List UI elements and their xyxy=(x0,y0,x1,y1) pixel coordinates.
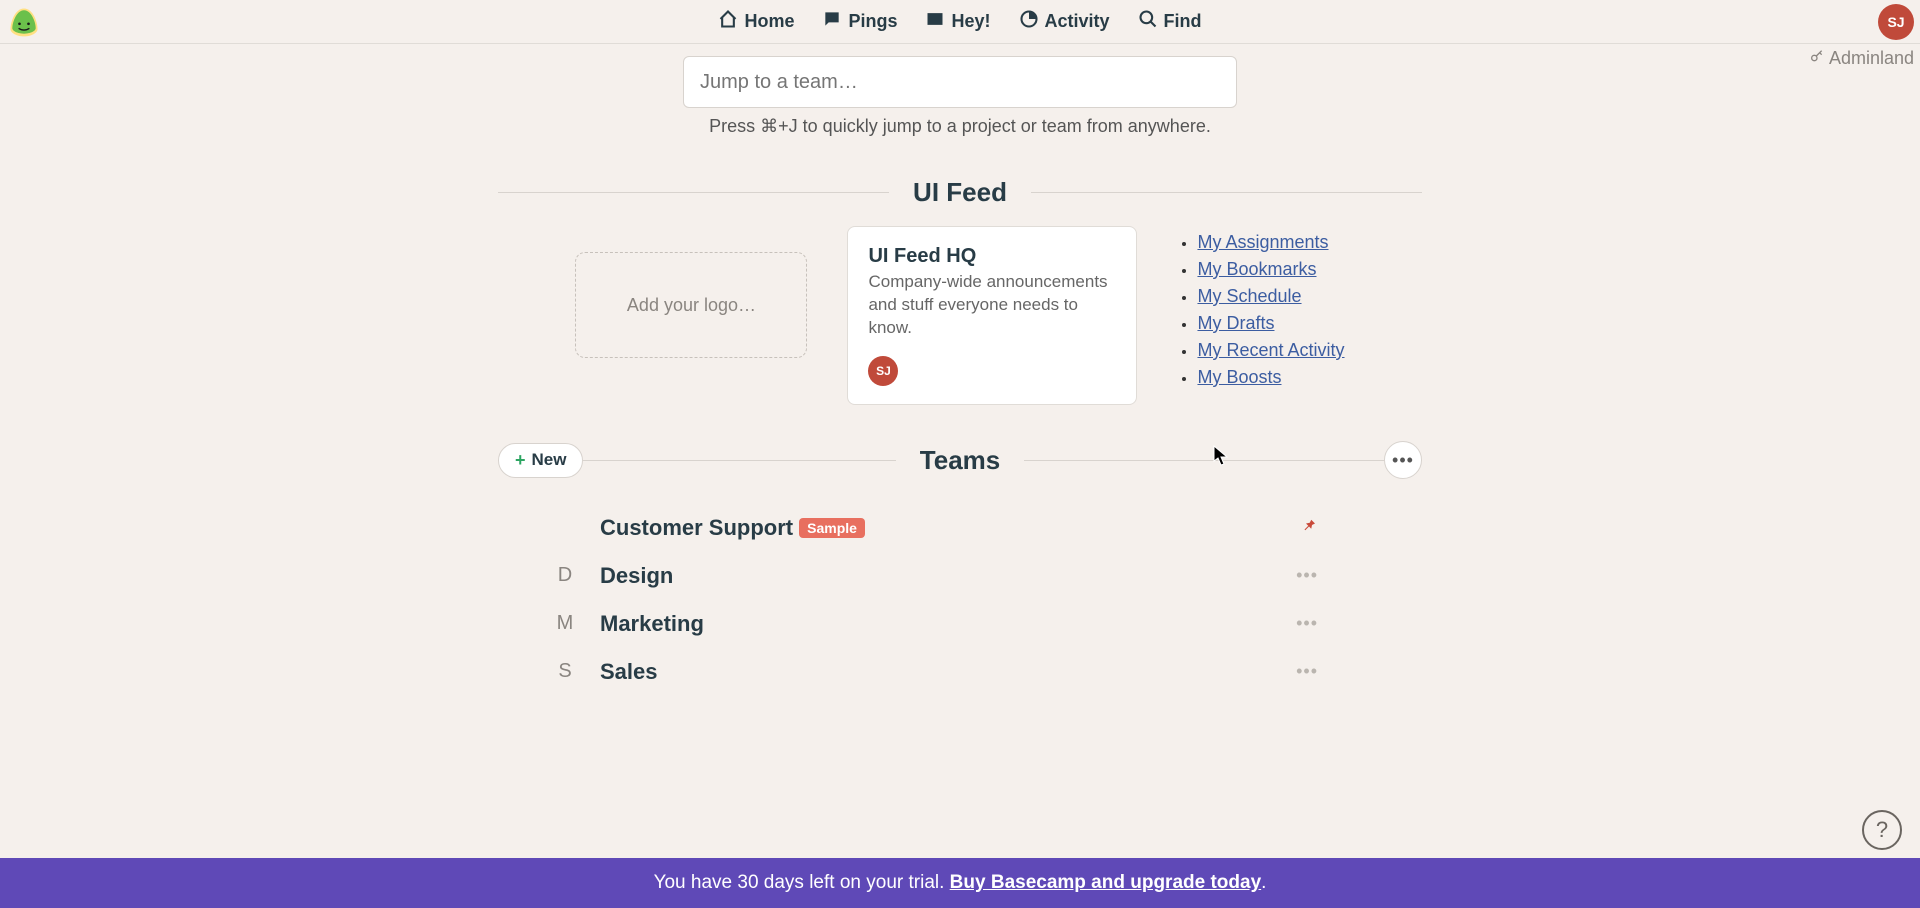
nav-hey-label: Hey! xyxy=(951,11,990,32)
teams-more-button[interactable]: ••• xyxy=(1384,441,1422,479)
team-letter: M xyxy=(530,612,600,635)
add-logo-dropzone[interactable]: Add your logo… xyxy=(575,252,807,358)
chat-icon xyxy=(822,9,842,34)
my-recent-activity-link[interactable]: My Recent Activity xyxy=(1197,340,1344,360)
my-drafts-link[interactable]: My Drafts xyxy=(1197,313,1274,333)
team-name: Marketing xyxy=(600,611,704,637)
pin-icon xyxy=(1300,516,1318,539)
nav-hey[interactable]: Hey! xyxy=(925,9,990,34)
nav-find[interactable]: Find xyxy=(1138,9,1202,34)
jump-hint: Press ⌘+J to quickly jump to a project o… xyxy=(370,116,1550,137)
nav-pings-label: Pings xyxy=(848,11,897,32)
nav-pings[interactable]: Pings xyxy=(822,9,897,34)
hq-card[interactable]: UI Feed HQ Company-wide announcements an… xyxy=(847,226,1137,405)
nav-activity[interactable]: Activity xyxy=(1019,9,1110,34)
hq-title: UI Feed HQ xyxy=(868,245,1116,268)
my-schedule-link[interactable]: My Schedule xyxy=(1197,286,1301,306)
help-button[interactable]: ? xyxy=(1862,810,1902,850)
dots-icon: ••• xyxy=(1392,450,1414,471)
team-more-button[interactable]: ••• xyxy=(1296,661,1318,682)
key-icon xyxy=(1809,48,1825,69)
my-links: My Assignments My Bookmarks My Schedule … xyxy=(1177,226,1344,394)
adminland-link[interactable]: Adminland xyxy=(1809,48,1914,69)
team-name: Customer Support xyxy=(600,515,793,541)
nav-find-label: Find xyxy=(1164,11,1202,32)
team-name: Sales xyxy=(600,659,658,685)
team-row[interactable]: Customer Support Sample xyxy=(600,504,1320,552)
teams-header: +New Teams ••• xyxy=(498,445,1422,476)
plus-icon: + xyxy=(515,450,526,471)
pie-icon xyxy=(1019,9,1039,34)
trial-banner: You have 30 days left on your trial. Buy… xyxy=(0,858,1920,908)
new-team-button[interactable]: +New xyxy=(498,443,583,478)
sample-badge: Sample xyxy=(799,518,865,538)
nav-home[interactable]: Home xyxy=(718,9,794,34)
basecamp-logo[interactable] xyxy=(6,4,42,40)
my-boosts-link[interactable]: My Boosts xyxy=(1197,367,1281,387)
jump-input[interactable] xyxy=(683,56,1237,108)
team-row[interactable]: S Sales ••• xyxy=(600,648,1320,696)
inbox-icon xyxy=(925,9,945,34)
nav-activity-label: Activity xyxy=(1045,11,1110,32)
ui-feed-header: UI Feed xyxy=(498,177,1422,208)
user-avatar[interactable]: SJ xyxy=(1878,4,1914,40)
team-row[interactable]: D Design ••• xyxy=(600,552,1320,600)
team-more-button[interactable]: ••• xyxy=(1296,613,1318,634)
team-more-button[interactable]: ••• xyxy=(1296,565,1318,586)
search-icon xyxy=(1138,9,1158,34)
hq-member-avatar: SJ xyxy=(868,356,898,386)
team-letter: D xyxy=(530,564,600,587)
hq-description: Company-wide announcements and stuff eve… xyxy=(868,271,1116,340)
home-icon xyxy=(718,9,738,34)
my-assignments-link[interactable]: My Assignments xyxy=(1197,232,1328,252)
nav-home-label: Home xyxy=(744,11,794,32)
team-name: Design xyxy=(600,563,673,589)
my-bookmarks-link[interactable]: My Bookmarks xyxy=(1197,259,1316,279)
team-letter: S xyxy=(530,660,600,683)
upgrade-link[interactable]: Buy Basecamp and upgrade today xyxy=(950,872,1261,893)
team-row[interactable]: M Marketing ••• xyxy=(600,600,1320,648)
